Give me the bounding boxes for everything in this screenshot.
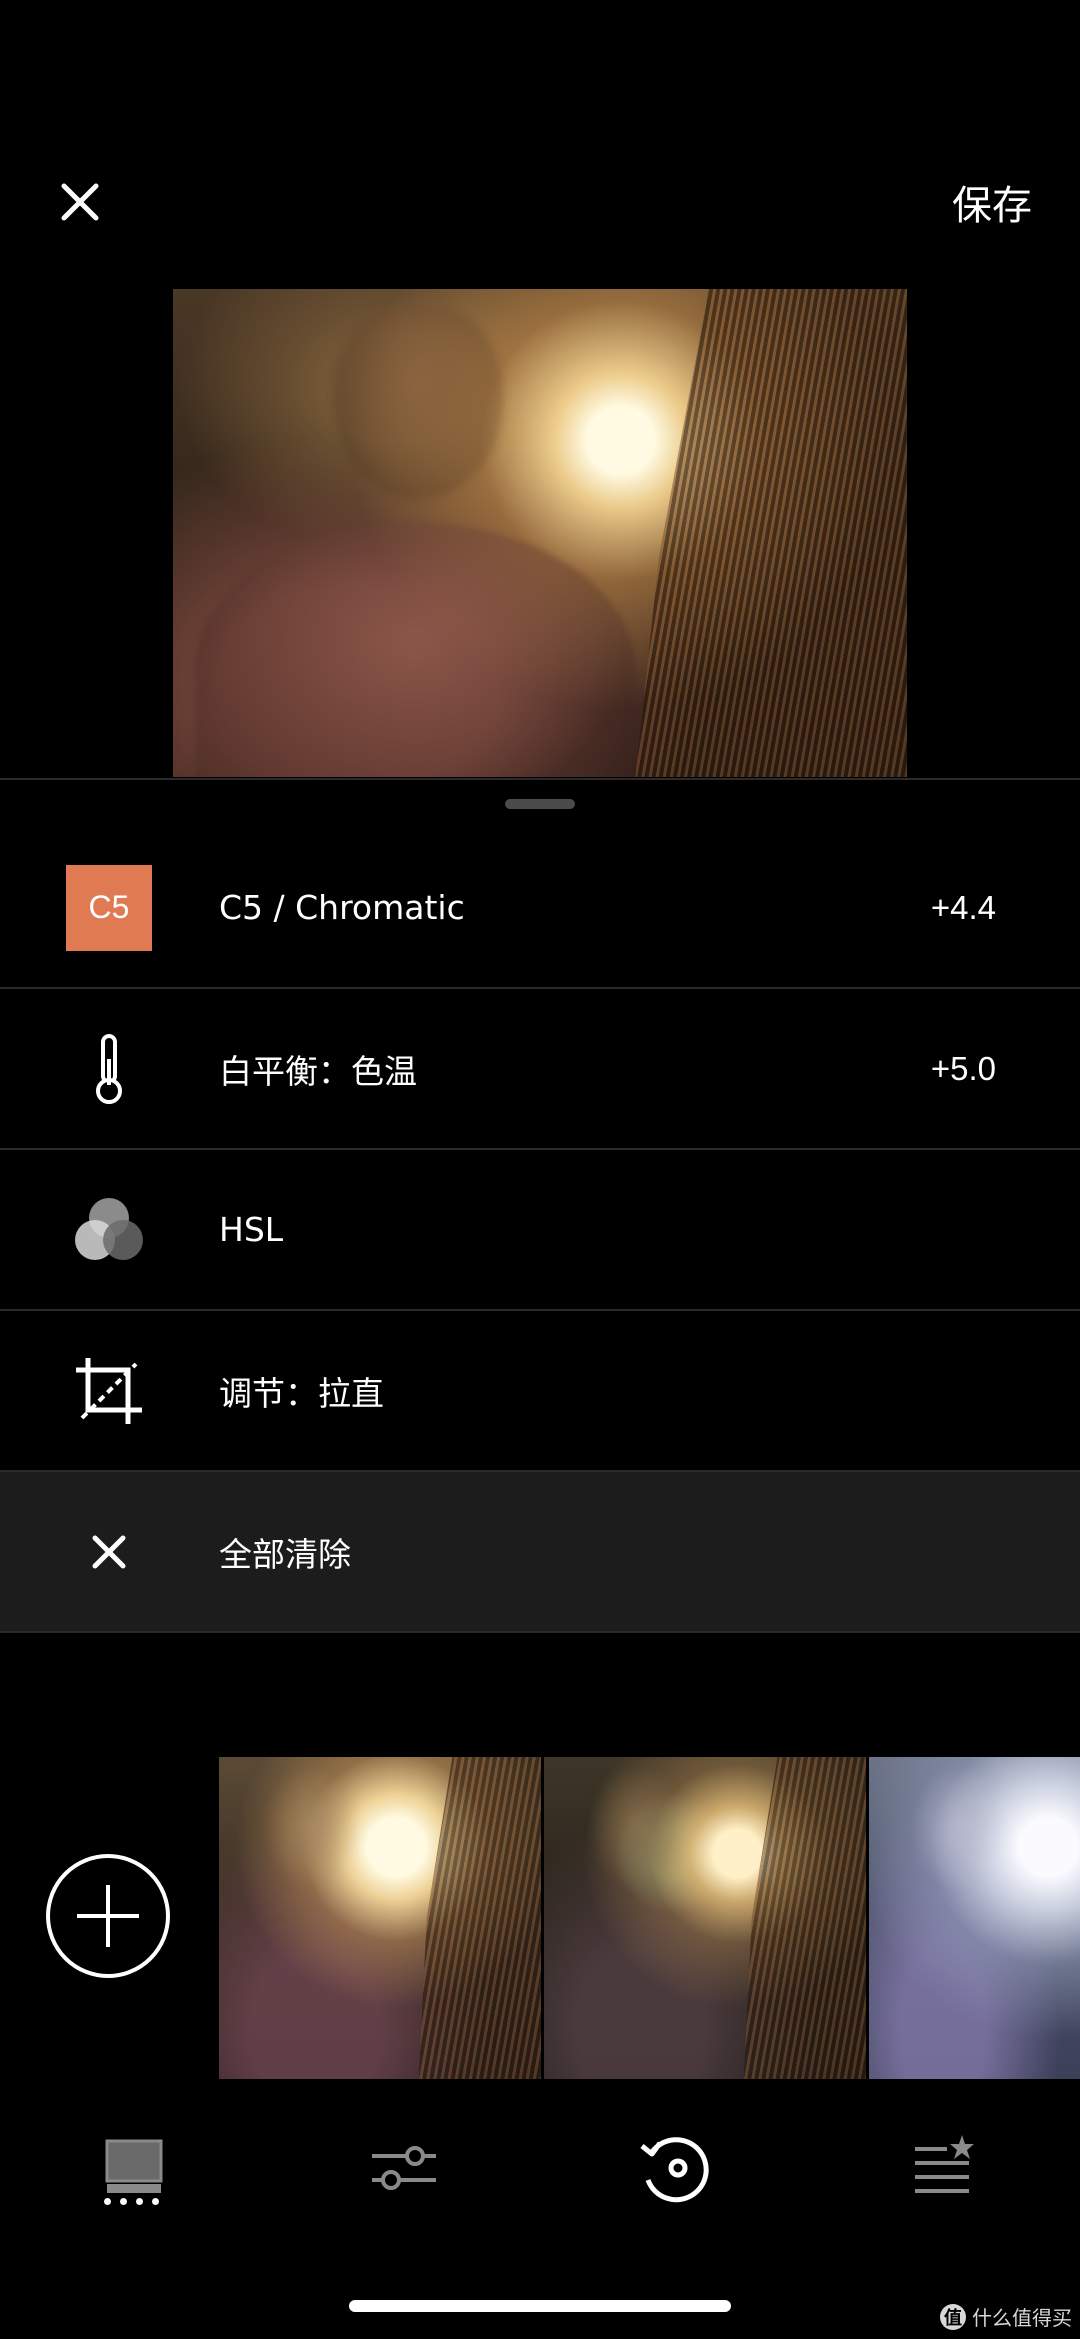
close-icon bbox=[66, 1509, 152, 1595]
photo-subject-hair bbox=[635, 289, 907, 777]
adjustment-label: 全部清除 bbox=[219, 1534, 351, 1574]
dot bbox=[136, 2198, 143, 2205]
recipe-thumbnail-2[interactable] bbox=[544, 1757, 866, 2079]
thumbnail-face bbox=[911, 1763, 1007, 1893]
recipes-star-icon bbox=[915, 2135, 974, 2193]
thermometer-icon bbox=[66, 1026, 152, 1112]
dot bbox=[120, 2198, 127, 2205]
adjustment-label: 调节：拉直 bbox=[219, 1373, 384, 1413]
preset-badge-wrap: C5 bbox=[66, 864, 152, 951]
dot bbox=[104, 2198, 111, 2205]
watermark-logo-icon: 值 bbox=[940, 2303, 966, 2330]
home-indicator[interactable] bbox=[349, 2300, 731, 2312]
adjustment-row-adjust[interactable]: 调节：拉直 bbox=[0, 1311, 1080, 1472]
panel-divider bbox=[0, 778, 1080, 780]
photo-subject-face bbox=[334, 303, 504, 499]
dot bbox=[152, 2198, 159, 2205]
hsl-circles-icon bbox=[66, 1187, 152, 1273]
pagination-dots bbox=[104, 2198, 159, 2205]
watermark: 值 什么值得买 bbox=[940, 2302, 1072, 2331]
tab-history[interactable] bbox=[616, 2118, 736, 2218]
sliders-icon bbox=[372, 2146, 436, 2190]
photo-preview[interactable] bbox=[173, 289, 907, 777]
crop-straighten-icon bbox=[66, 1348, 152, 1434]
drag-handle[interactable] bbox=[505, 799, 575, 809]
adjustment-row-preset[interactable]: C5 C5 / Chromatic +4.4 bbox=[0, 828, 1080, 989]
presets-icon bbox=[105, 2139, 163, 2193]
adjustment-value: +4.4 bbox=[930, 888, 996, 926]
thumbnail-face bbox=[264, 1763, 361, 1893]
recipe-thumbnail-3[interactable] bbox=[869, 1757, 1080, 2079]
close-button[interactable] bbox=[48, 170, 112, 234]
adjustment-row-white-balance[interactable]: 白平衡：色温 +5.0 bbox=[0, 989, 1080, 1150]
save-button[interactable]: 保存 bbox=[952, 176, 1032, 236]
watermark-text: 什么值得买 bbox=[972, 2306, 1072, 2330]
adjustment-row-hsl[interactable]: HSL bbox=[0, 1150, 1080, 1311]
thumbnail-face bbox=[589, 1763, 686, 1893]
tab-tools[interactable] bbox=[344, 2118, 464, 2218]
close-icon bbox=[61, 183, 99, 221]
recipe-thumbnail-1[interactable] bbox=[219, 1757, 541, 2079]
add-button[interactable] bbox=[46, 1854, 170, 1978]
preset-badge: C5 bbox=[66, 864, 152, 951]
adjustment-label: C5 / Chromatic bbox=[219, 888, 465, 927]
adjustment-label: 白平衡：色温 bbox=[219, 1051, 417, 1091]
tab-recipes[interactable] bbox=[882, 2118, 1002, 2218]
history-icon bbox=[640, 2137, 709, 2203]
adjustment-row-clear-all[interactable]: 全部清除 bbox=[0, 1472, 1080, 1633]
photo-subject-shirt bbox=[195, 523, 636, 777]
adjustment-value: +5.0 bbox=[930, 1049, 996, 1087]
plus-icon bbox=[77, 1885, 139, 1947]
adjustment-label: HSL bbox=[219, 1210, 284, 1249]
